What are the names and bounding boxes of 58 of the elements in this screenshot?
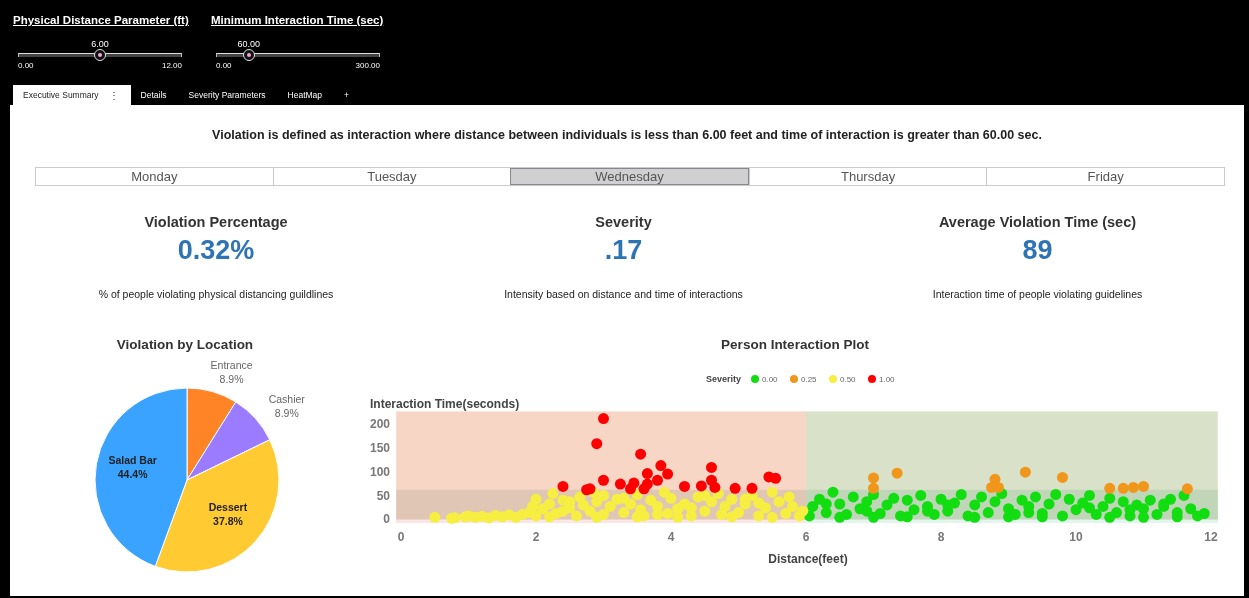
page-tab[interactable]: + — [334, 85, 362, 105]
page-tab[interactable]: Severity Parameters — [178, 85, 278, 105]
y-axis-title: Interaction Time(seconds) — [370, 397, 520, 411]
slider-value: 6.00 — [91, 39, 109, 49]
tab-label[interactable]: Severity Parameters — [188, 90, 266, 100]
slice-name: Salad Bar — [108, 454, 157, 467]
x-tick-label: 4 — [667, 530, 675, 544]
definition-text: Violation is defined as interaction where distance between individuals is less than 6.00 feet and time of interaction is greater than 60.00 sec. — [211, 128, 1043, 142]
page-tab[interactable]: Executive Summary ⋮ — [13, 85, 131, 105]
legend-label: 0.25 — [801, 375, 817, 384]
chart-title: Violation by Location — [116, 337, 254, 353]
page-tab[interactable]: HeatMap — [277, 85, 335, 105]
x-tick-label: 0 — [397, 530, 405, 544]
page-tab[interactable]: Details — [130, 85, 179, 105]
y-tick-label: 100 — [369, 464, 390, 479]
slice-value: 37.8% — [213, 515, 243, 527]
y-tick-label: 50 — [376, 488, 390, 503]
slice-name: Dessert — [208, 501, 248, 513]
x-tick-label: 6 — [802, 530, 810, 544]
x-tick-label: 12 — [1204, 530, 1218, 544]
slider-min: 0.00 — [18, 61, 34, 70]
kpi-value: 0.32% — [177, 235, 255, 266]
day-button[interactable]: Wednesday — [510, 168, 749, 185]
slice-name: Cashier — [268, 393, 305, 406]
tab-label[interactable]: Executive Summary — [23, 90, 99, 100]
tab-label[interactable]: HeatMap — [287, 90, 323, 100]
x-tick-label: 10 — [1069, 530, 1083, 544]
y-tick-label: 150 — [369, 441, 390, 455]
slice-value: 8.9% — [274, 407, 299, 420]
slider-max: 300.00 — [355, 61, 380, 70]
kpi-value: 89 — [1022, 235, 1053, 266]
parameter-title: Minimum Interaction Time (sec) — [211, 14, 383, 26]
kpi-description: % of people violating physical distancing guildlines — [98, 288, 334, 300]
tab-label[interactable]: + — [344, 90, 350, 100]
x-tick-label: 8 — [937, 530, 945, 544]
slider-min: 0.00 — [216, 61, 232, 70]
slider-max: 12.00 — [161, 61, 182, 70]
legend-label: 0.00 — [762, 375, 778, 384]
y-tick-label: 200 — [369, 417, 390, 432]
kpi-value: .17 — [604, 235, 643, 266]
y-tick-label: 0 — [383, 512, 390, 527]
slice-name: Entrance — [210, 358, 253, 371]
legend-label: 0.50 — [840, 375, 856, 384]
legend-title: Severity — [706, 374, 742, 384]
tab-menu-icon[interactable]: ⋮ — [108, 89, 119, 101]
x-tick-label: 2 — [532, 530, 540, 544]
x-axis-title: Distance(feet) — [768, 552, 848, 566]
kpi-title: Violation Percentage — [144, 214, 288, 230]
slice-value: 8.9% — [219, 372, 244, 385]
kpi-description: Intensity based on distance and time of interactions — [504, 288, 743, 300]
slider-value: 60.00 — [237, 39, 261, 49]
tab-label[interactable]: Details — [140, 90, 167, 100]
legend-label: 1.00 — [879, 375, 895, 384]
kpi-title: Average Violation Time (sec) — [938, 214, 1137, 230]
chart-title: Person Interaction Plot — [721, 337, 869, 353]
kpi-description: Interaction time of people violating guidelines — [932, 288, 1143, 300]
slice-value: 44.4% — [117, 468, 148, 481]
kpi-title: Severity — [595, 214, 652, 230]
